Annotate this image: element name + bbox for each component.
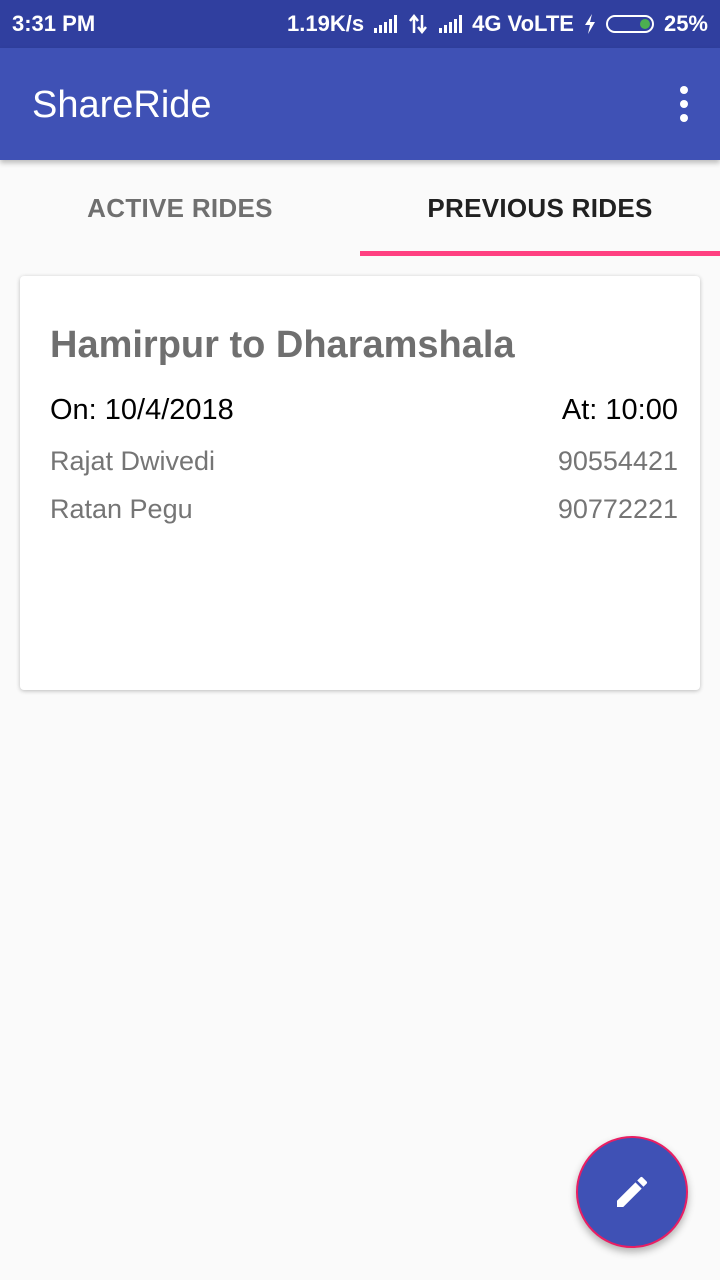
ride-route: Hamirpur to Dharamshala	[50, 324, 515, 366]
tab-indicator	[360, 251, 720, 256]
net-speed: 1.19K/s	[287, 11, 365, 36]
status-bar: 3:31 PM 1.19K/s 4G VoLTE 25%	[0, 0, 720, 48]
passenger-name: Ratan Pegu	[50, 494, 193, 524]
more-vert-icon[interactable]	[676, 86, 692, 122]
ride-card[interactable]: Hamirpur to Dharamshala On: 10/4/2018 At…	[20, 276, 700, 690]
tab-previous-rides[interactable]: PREVIOUS RIDES	[360, 160, 720, 256]
ride-time: At: 10:00	[561, 394, 678, 426]
ride-date: On: 10/4/2018	[50, 394, 234, 426]
status-time: 3:31 PM	[12, 11, 96, 36]
passenger-row: Ratan Pegu 90772221	[50, 494, 678, 525]
battery-percent: 25%	[663, 11, 708, 36]
status-icons: 1.19K/s 4G VoLTE 25%	[287, 11, 708, 37]
passenger-row: Rajat Dwivedi 90554421	[50, 446, 678, 477]
passenger-phone: 90772221	[557, 494, 678, 524]
signal-icon-2	[439, 15, 463, 33]
signal-icon	[374, 15, 398, 33]
ride-datetime-row: On: 10/4/2018 At: 10:00	[50, 394, 678, 427]
battery-icon	[605, 15, 654, 33]
network-type: 4G VoLTE	[472, 11, 574, 36]
tab-active-rides[interactable]: ACTIVE RIDES	[0, 160, 360, 256]
edit-fab-button[interactable]	[576, 1136, 688, 1248]
edit-pencil-icon	[617, 1176, 648, 1207]
app-bar: ShareRide	[0, 48, 720, 160]
passenger-phone: 90554421	[557, 446, 678, 476]
tab-bar: ACTIVE RIDES PREVIOUS RIDES	[0, 160, 720, 256]
charging-icon	[584, 14, 595, 34]
app-title: ShareRide	[32, 84, 212, 126]
passenger-name: Rajat Dwivedi	[50, 446, 216, 476]
data-transfer-icon	[409, 13, 428, 35]
